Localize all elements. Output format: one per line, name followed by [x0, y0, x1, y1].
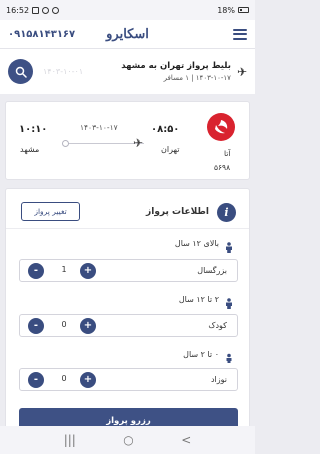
- arrival-time: ۱۰:۱۰: [19, 124, 48, 135]
- blocked-icon: [52, 6, 60, 14]
- route-line-dot-icon: [62, 140, 69, 147]
- child-counter: - 0 + کودک: [19, 314, 238, 337]
- airplane-icon: ✈: [236, 64, 247, 79]
- flight-plane-icon: ✈: [133, 136, 144, 150]
- flight-date: ۱۴۰۳-۱۰-۱۷: [80, 123, 118, 132]
- home-icon[interactable]: ○: [123, 433, 133, 447]
- recents-icon[interactable]: |||: [64, 433, 76, 447]
- adult-count: 1: [61, 265, 67, 274]
- status-battery-text: 18%: [217, 5, 235, 15]
- infant-plus-button[interactable]: +: [80, 372, 96, 388]
- arrival-city: مشهد: [20, 145, 40, 154]
- route-bar: ۱۴۰۳-۱۰-۰۱ بلیط پرواز تهران به مشهد ۱۴۰۳…: [0, 48, 255, 94]
- route-subtitle: ۱۴۰۳-۱۰-۱۷ | ۱ مسافر: [163, 74, 231, 82]
- adult-plus-button[interactable]: +: [80, 263, 96, 279]
- app-header: ۰۹۱۵۸۱۴۳۱۶۷ اسکایرو: [0, 20, 255, 48]
- route-title: بلیط پرواز تهران به مشهد: [121, 61, 231, 71]
- hamburger-menu-icon[interactable]: [233, 28, 247, 40]
- status-bar: 16:52 18%: [0, 0, 255, 20]
- flight-card[interactable]: ۱۰:۱۰ مشهد ۱۴۰۳-۱۰-۱۷ ✈ ۰۸:۵۰ تهران آتا …: [5, 101, 250, 180]
- airline-name: آتا: [224, 149, 231, 158]
- child-icon: [225, 294, 233, 309]
- passenger-card: تغییر پرواز اطلاعات پرواز i بالای ۱۲ سال…: [5, 188, 250, 441]
- departure-time: ۰۸:۵۰: [151, 124, 180, 135]
- back-icon[interactable]: <: [181, 433, 191, 447]
- route-ghost-text: ۱۴۰۳-۱۰-۰۱: [43, 67, 84, 76]
- search-icon: [15, 66, 27, 78]
- change-flight-button[interactable]: تغییر پرواز: [21, 202, 80, 221]
- adult-type-label: بزرگسال: [197, 266, 227, 275]
- search-button[interactable]: [8, 59, 33, 84]
- child-plus-button[interactable]: +: [80, 318, 96, 334]
- status-right: 18%: [217, 6, 249, 15]
- child-type-label: کودک: [208, 321, 227, 330]
- infant-minus-button[interactable]: -: [28, 372, 44, 388]
- infant-counter: - 0 + نوزاد: [19, 368, 238, 391]
- adult-age-label: بالای ۱۲ سال: [174, 239, 219, 248]
- adult-minus-button[interactable]: -: [28, 263, 44, 279]
- child-age-label: ۲ تا ۱۲ سال: [178, 295, 219, 304]
- child-count: 0: [61, 320, 67, 329]
- person-icon: [225, 238, 233, 253]
- flight-info-title: اطلاعات پرواز: [146, 207, 209, 217]
- support-phone[interactable]: ۰۹۱۵۸۱۴۳۱۶۷: [8, 29, 75, 40]
- infant-type-label: نوزاد: [210, 375, 227, 384]
- passenger-card-header: تغییر پرواز اطلاعات پرواز i: [6, 189, 249, 229]
- notification-icon: [32, 6, 40, 14]
- status-time: 16:52: [6, 5, 30, 15]
- airline-logo-icon: [207, 113, 235, 141]
- adult-counter: - 1 + بزرگسال: [19, 259, 238, 282]
- infant-count: 0: [61, 374, 67, 383]
- system-nav-bar: ||| ○ <: [0, 426, 255, 454]
- child-minus-button[interactable]: -: [28, 318, 44, 334]
- infant-age-label: ۰ تا ۲ سال: [183, 350, 219, 359]
- infant-icon: [225, 349, 233, 363]
- whatsapp-icon: [42, 6, 50, 14]
- battery-icon: [238, 7, 249, 13]
- info-icon: i: [217, 203, 236, 222]
- app-logo[interactable]: اسکایرو: [106, 27, 149, 42]
- app-screen: 16:52 18% ۰۹۱۵۸۱۴۳۱۶۷ اسکایرو ۱۴۰۳-۱۰-۰۱…: [0, 0, 255, 454]
- status-left: 16:52: [6, 5, 60, 15]
- route-info: بلیط پرواز تهران به مشهد ۱۴۰۳-۱۰-۱۷ | ۱ …: [121, 61, 231, 82]
- flight-number: ۵۶۹۸: [214, 163, 231, 172]
- departure-city: تهران: [161, 145, 180, 154]
